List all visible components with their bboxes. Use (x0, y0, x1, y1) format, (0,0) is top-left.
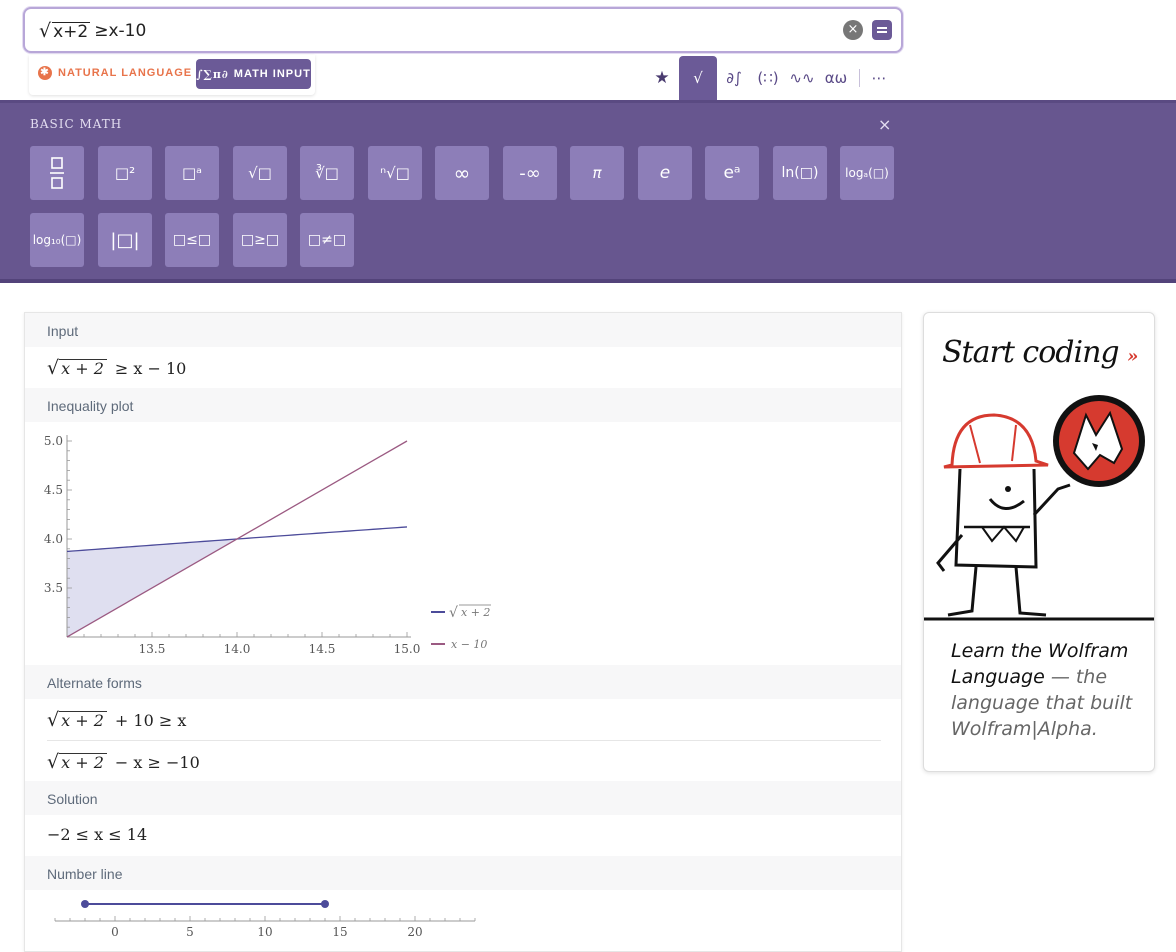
plot-y-tick-label: 3.5 (44, 581, 63, 595)
numberline-tick-label: 5 (186, 925, 194, 939)
search-input[interactable]: √ x+2 ≥x-10 × (23, 7, 903, 53)
input-radicand: x + 2 (59, 358, 107, 378)
alt2-rest: − x ≥ −10 (114, 752, 200, 772)
ad-line-2: Language — the (951, 664, 1151, 690)
numberline-tick-label: 10 (257, 925, 272, 939)
keyboard-toolbar: ★ √ ∂∫ (∷) ∿∿ αω ⋯ (645, 56, 892, 100)
radical-sign: √ (39, 20, 52, 42)
input-pod-title: Input (25, 313, 901, 347)
functions-tab-icon[interactable]: ∿∿ (785, 56, 819, 100)
ad-body: Learn the Wolfram Language — the languag… (951, 638, 1151, 742)
key-pi[interactable]: π (570, 146, 624, 200)
legend-label: x + 2 (461, 606, 490, 619)
numberline-tick-label: 0 (111, 925, 119, 939)
numberline-pod-title: Number line (25, 856, 901, 890)
wolfram-mascot-illustration (924, 395, 1154, 621)
key-neg-infinity[interactable]: -∞ (503, 146, 557, 200)
ad-line-2-main: Language (951, 666, 1045, 688)
search-formula: √ x+2 ≥x-10 (39, 20, 146, 42)
key-log10[interactable]: log₁₀(□) (30, 213, 84, 267)
natural-language-icon: ✱ (38, 66, 52, 80)
key-fraction[interactable] (30, 146, 84, 200)
ad-headline-text: Start coding (942, 335, 1120, 370)
key-infinity[interactable]: ∞ (435, 146, 489, 200)
key-leq[interactable]: □≤□ (165, 213, 219, 267)
key-neq[interactable]: □≠□ (300, 213, 354, 267)
key-sqrt[interactable]: √□ (233, 146, 287, 200)
matrix-tab-icon[interactable]: (∷) (751, 56, 785, 100)
fraction-icon (50, 157, 64, 189)
basic-math-panel: BASIC MATH × □² □ᵃ √□ ∛□ ⁿ√□ ∞ -∞ π e eᵃ… (0, 100, 1176, 283)
alt1-rest: + 10 ≥ x (114, 710, 187, 730)
ad-line-4: Wolfram|Alpha. (951, 718, 1098, 740)
legend-label: x − 10 (451, 638, 487, 651)
compute-button[interactable] (872, 20, 892, 40)
alt2-radicand: x + 2 (59, 752, 107, 772)
key-log-base[interactable]: logₐ(□) (840, 146, 894, 200)
numberline-tick-label: 15 (332, 925, 347, 939)
natural-language-button[interactable]: ✱ NATURAL LANGUAGE (38, 66, 192, 80)
greek-tab-icon[interactable]: αω (819, 56, 853, 100)
key-abs[interactable]: |□| (98, 213, 152, 267)
ad-headline: Start coding » (942, 335, 1138, 370)
solution-value: −2 ≤ x ≤ 14 (47, 825, 148, 844)
alt1-radicand: x + 2 (59, 710, 107, 730)
ad-line-3: language that built (951, 692, 1133, 714)
key-e[interactable]: e (638, 146, 692, 200)
close-icon[interactable]: × (878, 115, 891, 134)
plot-x-tick-label: 14.5 (309, 642, 336, 656)
input-rest: ≥ x − 10 (114, 358, 187, 378)
top-bar: √ x+2 ≥x-10 × ✱ NATURAL LANGUAGE ∫∑π∂ MA… (0, 0, 1176, 100)
series-linear-line (66, 440, 408, 638)
natural-language-label: NATURAL LANGUAGE (58, 67, 193, 79)
input-mode-bar: ✱ NATURAL LANGUAGE ∫∑π∂ MATH INPUT (29, 55, 315, 95)
radical-sign: √ (47, 751, 60, 773)
key-geq[interactable]: □≥□ (233, 213, 287, 267)
key-exp[interactable]: eᵃ (705, 146, 759, 200)
numberline-endpoint-right (321, 900, 329, 908)
plot-x-tick-label: 14.0 (224, 642, 251, 656)
more-icon[interactable]: ⋯ (866, 56, 892, 100)
key-square[interactable]: □² (98, 146, 152, 200)
key-nthroot[interactable]: ⁿ√□ (368, 146, 422, 200)
search-rest: ≥x-10 (94, 21, 147, 41)
solution-pod-title: Solution (25, 781, 901, 815)
input-pod-content: √ x + 2 ≥ x − 10 (47, 357, 186, 379)
search-radicand: x+2 (52, 21, 91, 42)
chevron-right-icon: » (1127, 346, 1138, 367)
inequality-plot: 13.5 14.0 14.5 15.0 3.5 4.0 4.5 5.0 √ x + 2 x − 10 (44, 434, 491, 656)
ad-line-1: Learn the Wolfram (951, 640, 1129, 662)
divider (47, 740, 881, 741)
toolbar-divider (859, 69, 860, 87)
legend-radical-sign: √ (449, 605, 458, 621)
number-line: 0 5 10 15 20 (54, 900, 476, 939)
basic-math-tab-icon[interactable]: √ (679, 56, 717, 100)
math-input-label: MATH INPUT (233, 68, 311, 80)
numberline-tick-label: 20 (407, 925, 422, 939)
ad-line-2-light: — the (1044, 666, 1108, 688)
alternate-form-1: √ x + 2 + 10 ≥ x (47, 709, 186, 731)
alternate-form-2: √ x + 2 − x ≥ −10 (47, 751, 200, 773)
plot-y-tick-label: 5.0 (44, 434, 63, 448)
key-power[interactable]: □ᵃ (165, 146, 219, 200)
favorites-icon[interactable]: ★ (645, 56, 679, 100)
numberline-endpoint-left (81, 900, 89, 908)
radical-sign: √ (47, 709, 60, 731)
key-ln[interactable]: ln(□) (773, 146, 827, 200)
key-cbrt[interactable]: ∛□ (300, 146, 354, 200)
radical-sign: √ (47, 357, 60, 379)
plot-x-tick-label: 13.5 (139, 642, 166, 656)
plot-y-tick-label: 4.5 (44, 483, 63, 497)
panel-title: BASIC MATH (30, 117, 123, 131)
math-input-button[interactable]: ∫∑π∂ MATH INPUT (196, 59, 311, 89)
clear-icon[interactable]: × (843, 20, 863, 40)
math-input-icon: ∫∑π∂ (196, 67, 229, 81)
results-panel: Input √ x + 2 ≥ x − 10 Inequality plot 1… (24, 312, 902, 952)
plot-x-tick-label: 15.0 (394, 642, 421, 656)
alternate-pod-title: Alternate forms (25, 665, 901, 699)
wolfram-language-ad[interactable]: Start coding » Learn the Wolfram Languag… (923, 312, 1155, 772)
plot-pod-title: Inequality plot (25, 388, 901, 422)
plot-y-tick-label: 4.0 (44, 532, 63, 546)
calculus-tab-icon[interactable]: ∂∫ (717, 56, 751, 100)
